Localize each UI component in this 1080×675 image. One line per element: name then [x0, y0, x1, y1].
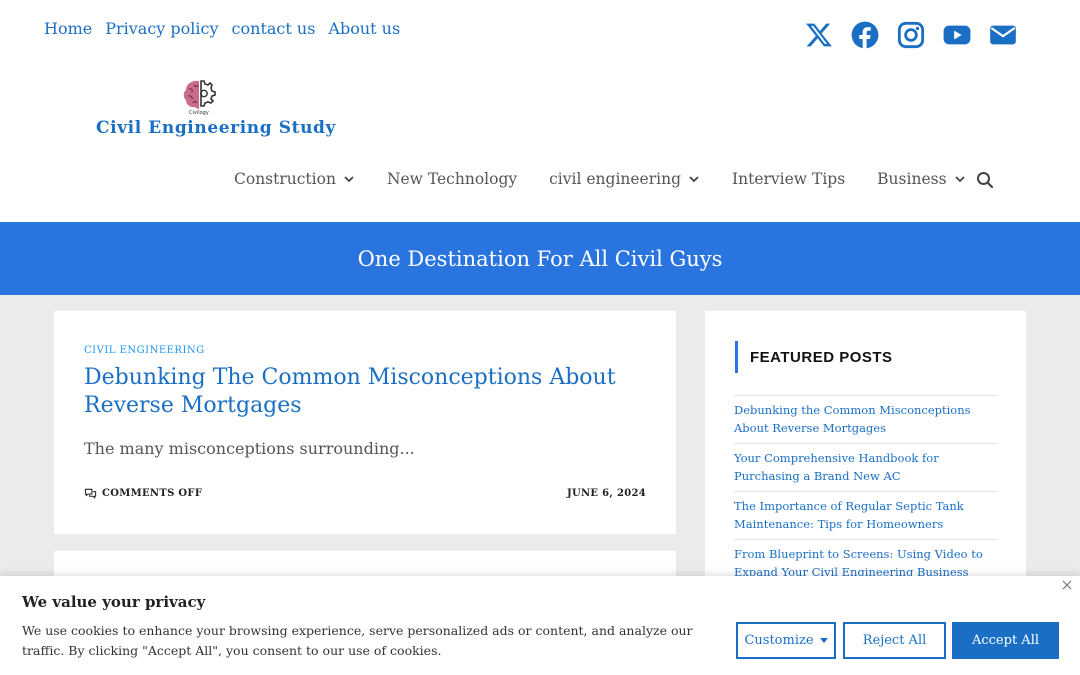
- nav-item-label: Interview Tips: [732, 170, 846, 188]
- accept-all-button[interactable]: Accept All: [952, 622, 1059, 659]
- instagram-icon[interactable]: [896, 20, 926, 50]
- cookie-title: We value your privacy: [22, 593, 206, 611]
- caret-down-icon: [819, 638, 828, 643]
- nav-item-new-technology[interactable]: New Technology: [387, 170, 517, 188]
- comments-icon: [84, 488, 97, 499]
- facebook-icon[interactable]: [850, 20, 880, 50]
- post-category-link[interactable]: CIVIL ENGINEERING: [84, 345, 205, 356]
- comments-label: COMMENTS OFF: [102, 488, 203, 499]
- youtube-icon[interactable]: [942, 20, 972, 50]
- nav-item-construction[interactable]: Construction: [234, 170, 355, 188]
- cookie-consent-bar: We value your privacy We use cookies to …: [0, 576, 1080, 675]
- customize-label: Customize: [744, 633, 814, 648]
- nav-item-label: New Technology: [386, 170, 518, 188]
- x-icon[interactable]: [804, 20, 834, 50]
- nav-item-label: Construction: [234, 170, 336, 188]
- featured-posts-heading: FEATURED POSTS: [735, 341, 893, 373]
- nav-item-label: Business: [877, 170, 947, 188]
- search-icon[interactable]: [976, 171, 994, 189]
- site-branding: Civilogy Civil Engineering Study: [96, 74, 335, 144]
- tagline-text: One Destination For All Civil Guys: [357, 246, 723, 271]
- chevron-down-icon: [344, 176, 354, 183]
- cookie-text: We use cookies to enhance your browsing …: [22, 623, 693, 658]
- featured-post-link[interactable]: The Importance of Regular Septic Tank Ma…: [734, 491, 997, 539]
- envelope-icon[interactable]: [988, 20, 1018, 50]
- tagline-banner: One Destination For All Civil Guys: [0, 222, 1080, 295]
- nav-item-business[interactable]: Business: [877, 170, 965, 188]
- customize-button[interactable]: Customize: [736, 622, 836, 659]
- post-date: JUNE 6, 2024: [566, 488, 646, 499]
- post-card: CIVIL ENGINEERING Debunking The Common M…: [54, 311, 676, 534]
- top-nav-privacy-policy[interactable]: Privacy policy: [105, 19, 218, 38]
- nav-item-label: civil engineering: [549, 170, 681, 188]
- post-comments[interactable]: COMMENTS OFF: [84, 487, 202, 500]
- nav-item-civil-engineering[interactable]: civil engineering: [549, 170, 700, 188]
- post-title-link[interactable]: Debunking The Common Misconceptions Abou…: [84, 364, 644, 420]
- top-navigation: Home Privacy policy contact us About us: [44, 19, 400, 38]
- reject-all-button[interactable]: Reject All: [843, 622, 946, 659]
- site-title[interactable]: Civil Engineering Study: [96, 118, 336, 138]
- featured-post-link[interactable]: Your Comprehensive Handbook for Purchasi…: [734, 443, 997, 491]
- top-nav-about-us[interactable]: About us: [328, 19, 400, 38]
- social-links: [804, 20, 1018, 50]
- main-navigation: Construction New Technology civil engine…: [234, 170, 998, 188]
- top-nav-home[interactable]: Home: [44, 19, 92, 38]
- featured-post-link[interactable]: Debunking the Common Misconceptions Abou…: [734, 395, 997, 443]
- close-icon[interactable]: [1061, 579, 1073, 591]
- top-bar: Home Privacy policy contact us About us: [0, 0, 1080, 62]
- top-nav-contact-us[interactable]: contact us: [232, 19, 316, 38]
- nav-item-interview-tips[interactable]: Interview Tips: [732, 170, 845, 188]
- logo-small-text: Civilogy: [189, 110, 209, 116]
- featured-posts-list: Debunking the Common Misconceptions Abou…: [734, 395, 997, 587]
- post-excerpt: The many misconceptions surrounding...: [84, 439, 415, 458]
- chevron-down-icon: [954, 176, 965, 183]
- chevron-down-icon: [689, 176, 699, 183]
